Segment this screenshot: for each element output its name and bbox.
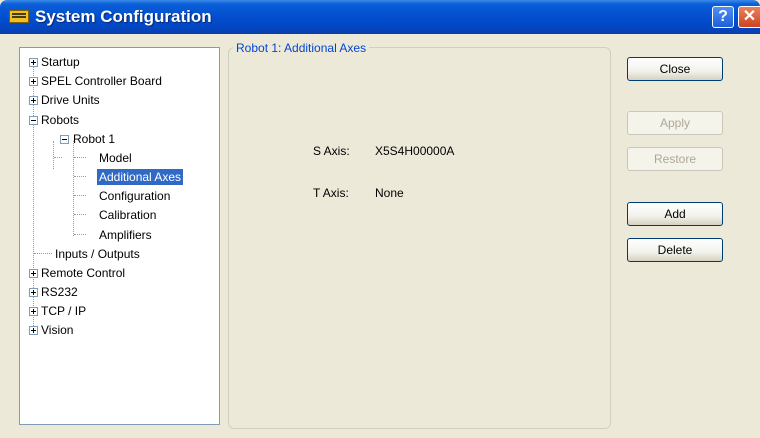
delete-button[interactable]: Delete <box>627 238 723 262</box>
expand-icon[interactable] <box>29 288 38 297</box>
tree-item-model[interactable]: Model <box>99 150 132 166</box>
s-axis-label: S Axis: <box>313 144 350 158</box>
tree-item-drive-units[interactable]: Drive Units <box>41 92 100 108</box>
tree-item-additional-axes[interactable]: Additional Axes <box>97 169 184 185</box>
t-axis-value: None <box>375 186 404 200</box>
app-icon <box>9 10 29 23</box>
window-close-button[interactable]: ✕ <box>738 6 760 28</box>
expand-icon[interactable] <box>29 58 38 67</box>
tree-item-startup[interactable]: Startup <box>41 54 80 70</box>
window-title: System Configuration <box>35 7 212 26</box>
tree-item-robots[interactable]: Robots <box>41 112 79 128</box>
tree-guide-line <box>34 253 52 254</box>
tree-item-remote-control[interactable]: Remote Control <box>41 265 125 281</box>
tree-item-inputs-outputs[interactable]: Inputs / Outputs <box>55 246 140 262</box>
tree-item-robot-1[interactable]: Robot 1 <box>73 131 115 147</box>
t-axis-label: T Axis: <box>313 186 349 200</box>
tree-item-spel-controller-board[interactable]: SPEL Controller Board <box>41 73 162 89</box>
add-button[interactable]: Add <box>627 202 723 226</box>
tree-guide-line <box>54 157 62 158</box>
collapse-icon[interactable] <box>60 135 69 144</box>
expand-icon[interactable] <box>29 77 38 86</box>
tree-guide-line <box>74 195 86 196</box>
tree-guide-line <box>74 176 86 177</box>
expand-icon[interactable] <box>29 96 38 105</box>
tree-guide-line <box>74 157 86 158</box>
expand-icon[interactable] <box>29 269 38 278</box>
s-axis-value: X5S4H00000A <box>375 144 455 158</box>
close-button[interactable]: Close <box>627 57 723 81</box>
system-configuration-window: System Configuration ? ✕ Startup SPEL Co… <box>0 0 760 438</box>
apply-button[interactable]: Apply <box>627 111 723 135</box>
expand-icon[interactable] <box>29 307 38 316</box>
tree-item-tcp-ip[interactable]: TCP / IP <box>41 303 86 319</box>
tree-guide-line <box>53 141 54 169</box>
expand-icon[interactable] <box>29 326 38 335</box>
tree-item-configuration[interactable]: Configuration <box>99 188 170 204</box>
config-tree[interactable]: Startup SPEL Controller Board Drive Unit… <box>19 47 220 425</box>
restore-button[interactable]: Restore <box>627 147 723 171</box>
tree-item-calibration[interactable]: Calibration <box>99 207 156 223</box>
help-button[interactable]: ? <box>712 6 734 28</box>
tree-guide-line <box>73 141 74 236</box>
additional-axes-group <box>228 47 611 429</box>
tree-item-rs232[interactable]: RS232 <box>41 284 78 300</box>
tree-guide-line <box>74 214 86 215</box>
group-title: Robot 1: Additional Axes <box>233 41 370 55</box>
tree-item-vision[interactable]: Vision <box>41 322 73 338</box>
tree-item-amplifiers[interactable]: Amplifiers <box>99 227 152 243</box>
title-bar[interactable]: System Configuration ? ✕ <box>0 0 760 34</box>
tree-guide-line <box>74 234 86 235</box>
collapse-icon[interactable] <box>29 116 38 125</box>
